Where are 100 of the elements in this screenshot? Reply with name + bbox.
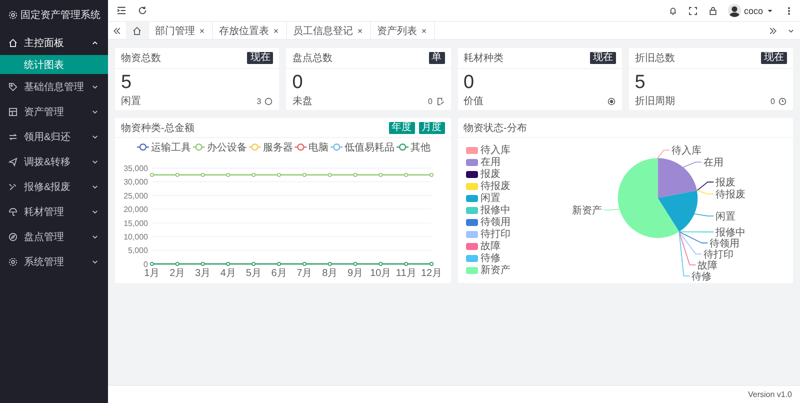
data-point xyxy=(378,262,383,266)
legend-label[interactable]: 电脑 xyxy=(308,142,329,154)
legend-item[interactable]: 待打印 xyxy=(466,228,520,240)
period-badge: 现在 xyxy=(590,52,616,64)
legend-item[interactable]: 报修中 xyxy=(466,204,520,216)
card-title: 盘点总数 xyxy=(292,52,334,65)
slice-label: 待修 xyxy=(691,271,712,282)
stat-label: 闲置 xyxy=(121,94,142,108)
legend-item[interactable]: 待领用 xyxy=(466,216,520,228)
y-tick-label: 0 xyxy=(144,260,148,269)
sidebar-item[interactable]: 主控面板 xyxy=(0,30,108,55)
slice-label: 待报废 xyxy=(715,190,746,201)
slice-label: 故障 xyxy=(697,260,718,272)
x-tick-label: 11月 xyxy=(396,268,416,279)
sidebar-item[interactable]: 调拨&转移 xyxy=(0,149,108,174)
x-tick-label: 3月 xyxy=(195,268,211,279)
legend-item[interactable]: 闲置 xyxy=(466,192,520,204)
leader-line xyxy=(682,162,702,168)
menu-item-icon xyxy=(8,256,18,266)
app-title: 固定资产管理系统 xyxy=(20,8,100,22)
scroll-left-icon[interactable] xyxy=(112,26,122,36)
data-point xyxy=(150,172,154,177)
stat-value: 0 xyxy=(291,71,304,94)
leader-line xyxy=(602,208,620,210)
data-point xyxy=(404,172,408,177)
card-title: 耗材种类 xyxy=(464,52,504,65)
stat-count: 0 xyxy=(428,96,432,106)
data-point xyxy=(276,262,282,266)
data-point xyxy=(276,172,282,177)
y-tick-label: 35,000 xyxy=(124,164,148,174)
slice-label: 在用 xyxy=(703,158,724,169)
y-tick-label: 5,000 xyxy=(128,246,148,256)
period-button[interactable]: 月度 xyxy=(418,122,444,134)
legend-label[interactable]: 服务器 xyxy=(262,142,293,154)
sidebar-item[interactable]: 基础信息管理 xyxy=(0,74,108,99)
data-point xyxy=(150,262,154,266)
leader-line xyxy=(656,150,670,158)
card-title: 物资总数 xyxy=(121,52,162,65)
period-button[interactable]: 年度 xyxy=(388,122,414,134)
legend-item[interactable]: 待报废 xyxy=(466,180,520,192)
logo-icon xyxy=(8,10,18,20)
y-tick-label: 25,000 xyxy=(124,191,148,200)
slice-label: 报修中 xyxy=(715,227,746,238)
close-icon[interactable] xyxy=(272,26,280,34)
sidebar-item[interactable]: 资产管理 xyxy=(0,99,108,124)
data-point xyxy=(353,262,358,266)
legend-item[interactable]: 新资产 xyxy=(466,264,520,276)
y-tick-label: 15,000 xyxy=(124,218,148,228)
legend-item[interactable]: 报废 xyxy=(466,168,520,180)
x-tick-label: 2月 xyxy=(170,268,186,279)
data-point xyxy=(252,172,256,177)
legend-item[interactable]: 在用 xyxy=(466,156,520,168)
lock-icon[interactable] xyxy=(708,6,718,16)
close-icon[interactable] xyxy=(356,26,364,34)
home-tab[interactable] xyxy=(126,22,149,39)
menu-item-icon xyxy=(8,182,18,192)
menu-item-icon xyxy=(8,106,18,116)
home-icon xyxy=(132,26,142,36)
period-badge: 现在 xyxy=(761,52,787,64)
data-point xyxy=(252,262,256,266)
target-icon xyxy=(606,96,616,106)
x-tick-label: 8月 xyxy=(322,268,338,279)
data-point xyxy=(302,172,307,177)
sidebar-item[interactable]: 盘点管理 xyxy=(0,224,108,249)
bell-icon[interactable] xyxy=(668,6,678,16)
x-tick-label: 6月 xyxy=(271,268,287,279)
edit-icon xyxy=(436,96,444,106)
legend-label[interactable]: 其他 xyxy=(410,142,431,154)
y-tick-label: 20,000 xyxy=(124,205,148,214)
stat-label: 未盘 xyxy=(292,94,314,108)
sidebar-item[interactable]: 报修&报废 xyxy=(0,174,108,199)
avatar-icon[interactable] xyxy=(728,4,741,17)
data-point xyxy=(200,172,205,177)
legend-item[interactable]: 故障 xyxy=(466,240,520,252)
data-point xyxy=(200,262,205,266)
scroll-right-icon[interactable] xyxy=(768,26,778,36)
menu-item-icon xyxy=(8,82,18,92)
sidebar-subitem[interactable]: 统计图表 xyxy=(0,55,108,74)
close-icon[interactable] xyxy=(420,26,428,34)
user-name[interactable]: coco xyxy=(744,6,763,16)
sidebar-item[interactable]: 系统管理 xyxy=(0,249,108,274)
legend-label[interactable]: 办公设备 xyxy=(206,142,247,154)
y-tick-label: 10,000 xyxy=(124,232,148,242)
slice-label: 待打印 xyxy=(703,249,734,260)
x-tick-label: 5月 xyxy=(246,268,262,279)
refresh-icon[interactable] xyxy=(137,5,148,16)
legend-label[interactable]: 低值易耗品 xyxy=(344,142,395,154)
fullscreen-icon[interactable] xyxy=(688,6,698,16)
close-icon[interactable] xyxy=(198,26,206,34)
legend-item[interactable]: 待修 xyxy=(466,252,520,264)
legend-item[interactable]: 待入库 xyxy=(466,144,520,156)
stat-value: 5 xyxy=(120,71,133,94)
data-point xyxy=(328,172,332,177)
x-tick-label: 1月 xyxy=(144,268,160,279)
data-point xyxy=(429,172,434,177)
sidebar-item[interactable]: 领用&归还 xyxy=(0,124,108,149)
sidebar-item[interactable]: 耗材管理 xyxy=(0,199,108,224)
menu-icon[interactable] xyxy=(116,5,127,16)
legend-label[interactable]: 运输工具 xyxy=(150,142,191,154)
card-title: 物资状态-分布 xyxy=(464,122,527,134)
